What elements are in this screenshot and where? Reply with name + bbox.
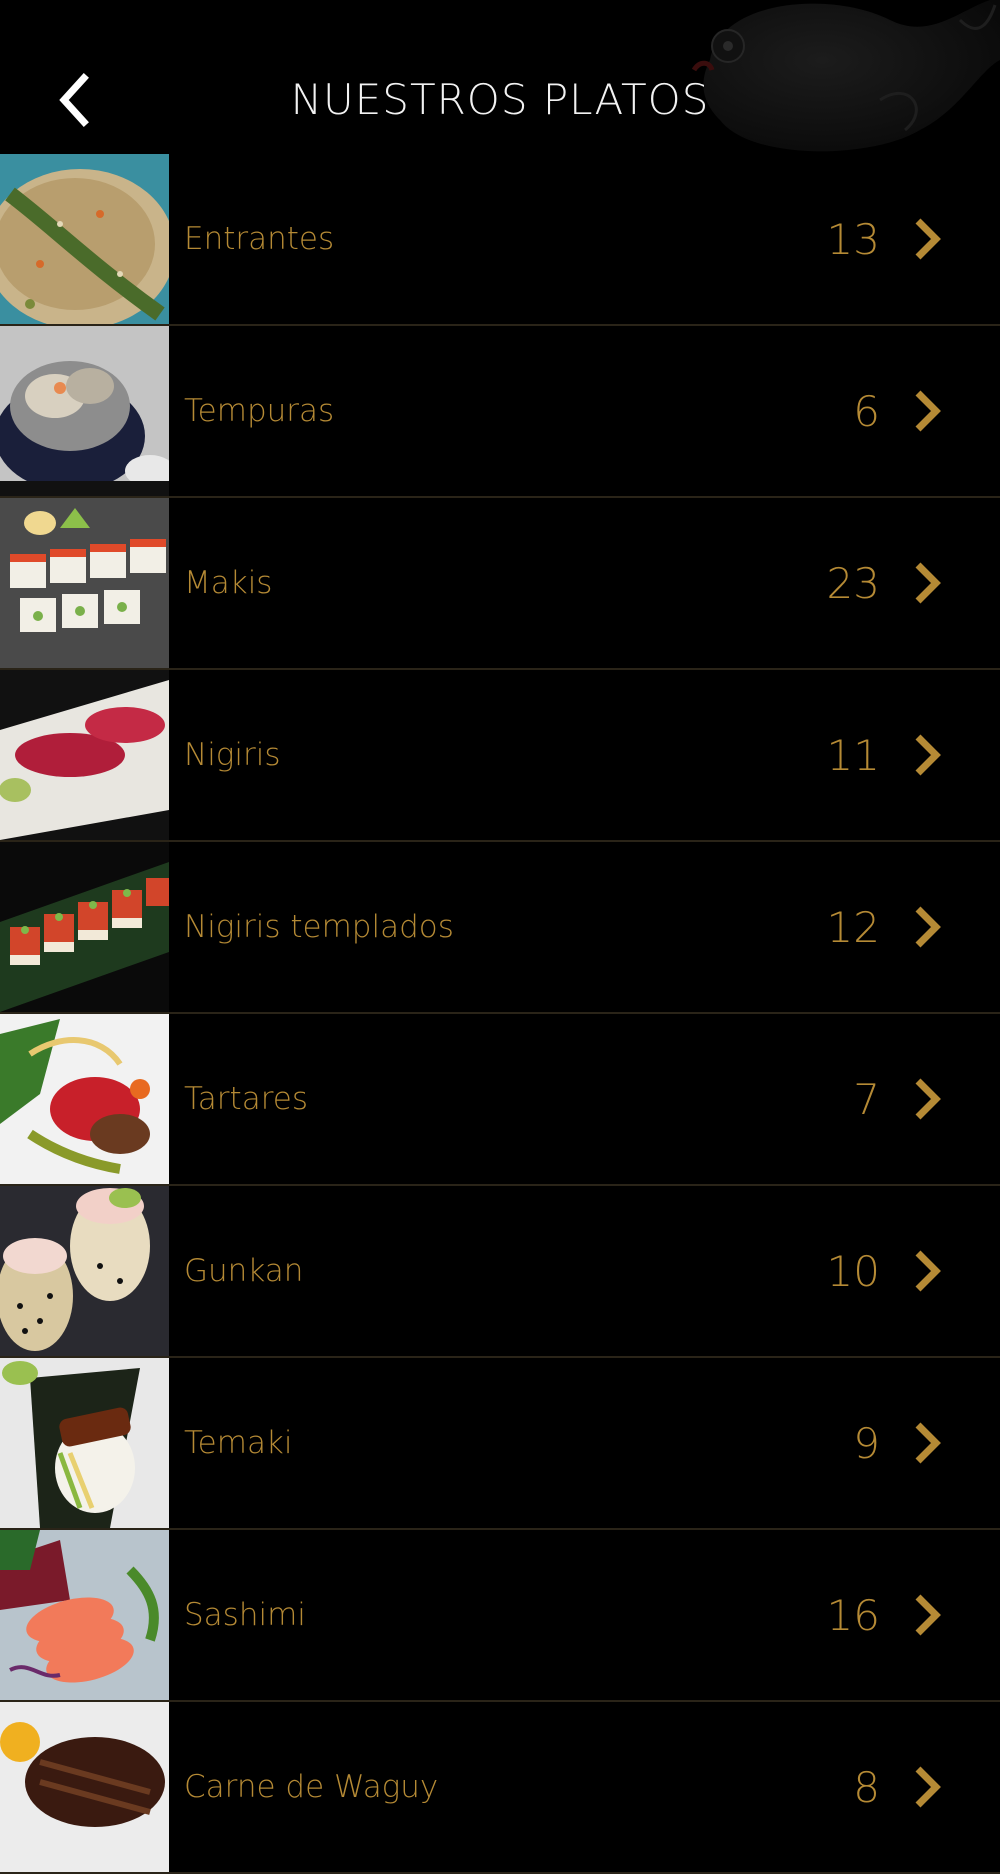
category-row-entrantes[interactable]: Entrantes 13 [0, 154, 1000, 326]
category-image-sashimi [0, 1530, 169, 1700]
category-image-nigiris-templados [0, 842, 169, 1012]
category-count: 8 [853, 1763, 880, 1812]
category-count: 6 [853, 387, 880, 436]
category-label: Tempuras [184, 393, 335, 429]
chevron-right-icon [915, 906, 941, 948]
category-label: Gunkan [184, 1253, 304, 1289]
category-count: 7 [853, 1075, 880, 1124]
header-bar: NUESTROS PLATOS [0, 0, 1000, 154]
category-row-sashimi[interactable]: Sashimi 16 [0, 1530, 1000, 1702]
category-label: Makis [184, 565, 273, 601]
category-label: Temaki [184, 1425, 293, 1461]
category-row-gunkan[interactable]: Gunkan 10 [0, 1186, 1000, 1358]
category-image-tartares [0, 1014, 169, 1184]
category-row-carne-de-waguy[interactable]: Carne de Waguy 8 [0, 1702, 1000, 1874]
category-count: 11 [826, 731, 880, 780]
category-image-makis [0, 498, 169, 668]
chevron-right-icon [915, 1078, 941, 1120]
category-image-nigiris [0, 670, 169, 840]
category-label: Nigiris templados [184, 909, 454, 945]
category-row-temaki[interactable]: Temaki 9 [0, 1358, 1000, 1530]
chevron-right-icon [915, 562, 941, 604]
category-count: 23 [826, 559, 880, 608]
chevron-right-icon [915, 1766, 941, 1808]
category-label: Entrantes [184, 221, 335, 257]
category-count: 16 [826, 1591, 880, 1640]
category-label: Carne de Waguy [184, 1769, 439, 1805]
category-label: Tartares [184, 1081, 308, 1117]
category-count: 10 [826, 1247, 880, 1296]
category-image-carne-de-waguy [0, 1702, 169, 1872]
category-image-entrantes [0, 154, 169, 324]
category-row-makis[interactable]: Makis 23 [0, 498, 1000, 670]
category-row-tempuras[interactable]: Tempuras 6 [0, 326, 1000, 498]
category-count: 13 [826, 215, 880, 264]
chevron-right-icon [915, 1594, 941, 1636]
chevron-right-icon [915, 1422, 941, 1464]
category-row-tartares[interactable]: Tartares 7 [0, 1014, 1000, 1186]
category-count: 9 [853, 1419, 880, 1468]
page-title: NUESTROS PLATOS [290, 75, 710, 124]
category-count: 12 [826, 903, 880, 952]
category-label: Sashimi [184, 1597, 306, 1633]
chevron-right-icon [915, 734, 941, 776]
category-list: Entrantes 13 Tempuras 6 Makis 23 Nigiris… [0, 154, 1000, 1874]
category-image-temaki [0, 1358, 169, 1528]
chevron-right-icon [915, 1250, 941, 1292]
category-row-nigiris[interactable]: Nigiris 11 [0, 670, 1000, 842]
category-image-gunkan [0, 1186, 169, 1356]
chevron-right-icon [915, 218, 941, 260]
category-label: Nigiris [184, 737, 281, 773]
category-image-tempuras [0, 326, 169, 496]
chevron-right-icon [915, 390, 941, 432]
category-row-nigiris-templados[interactable]: Nigiris templados 12 [0, 842, 1000, 1014]
